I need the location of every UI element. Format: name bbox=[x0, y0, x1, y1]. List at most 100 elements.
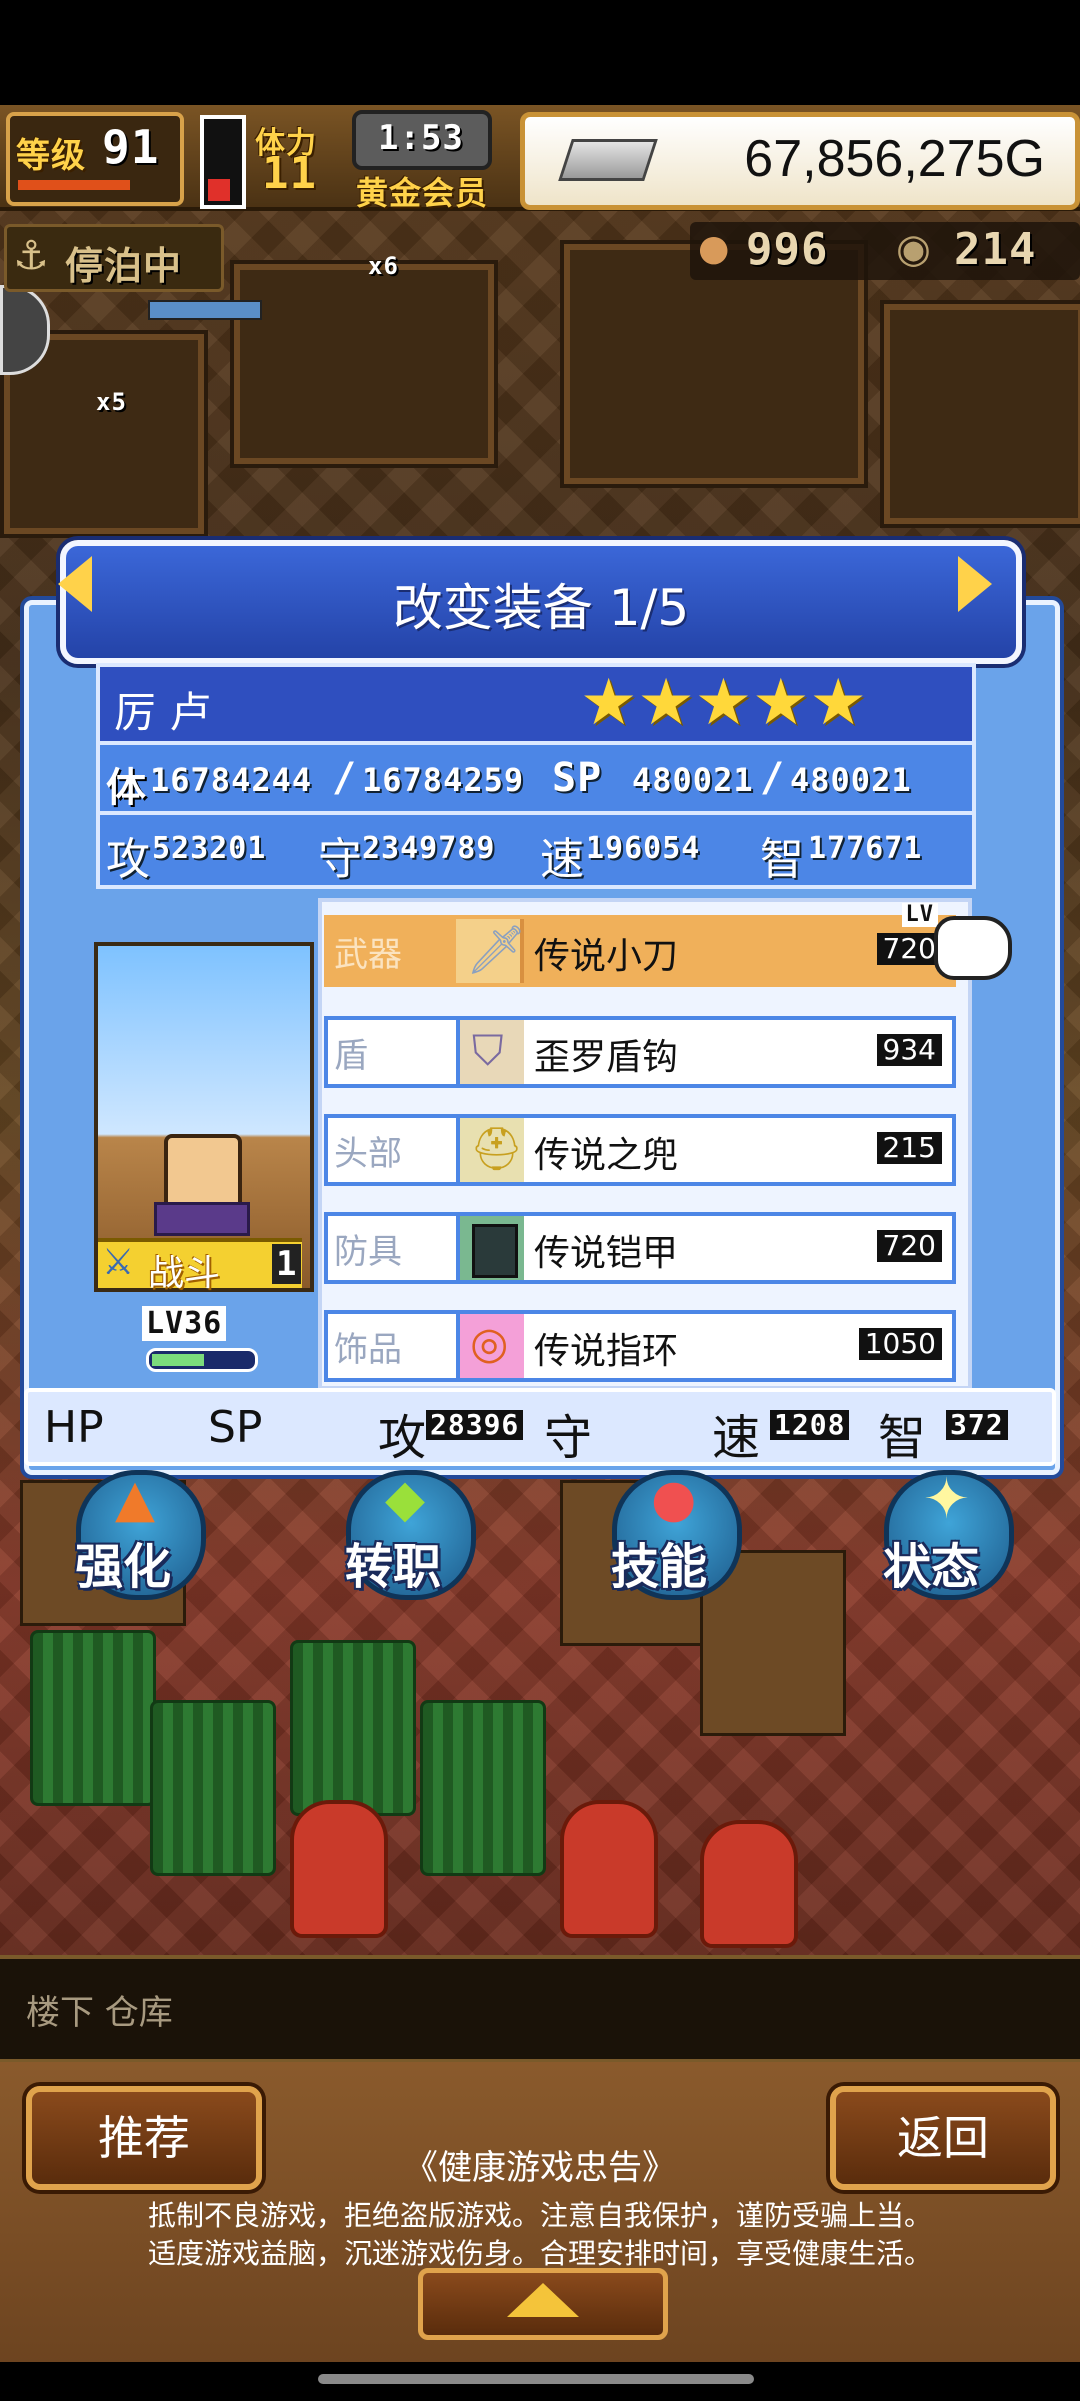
multiplier-b: x5 bbox=[96, 388, 127, 416]
vegetable-stack bbox=[150, 1700, 276, 1876]
resource-b-value: 214 bbox=[954, 224, 1037, 275]
bonus-atk-value: 28396 bbox=[426, 1410, 524, 1440]
bonus-def-label: 守 bbox=[544, 1410, 593, 1466]
status-label: 状态 bbox=[883, 1539, 980, 1595]
character-exp-bar bbox=[146, 1348, 258, 1372]
potion-bottle bbox=[560, 1800, 658, 1938]
hp-max: 16784259 bbox=[362, 761, 525, 799]
helmet-icon: ⛑ bbox=[456, 1118, 524, 1182]
job-number: 1 bbox=[272, 1244, 302, 1284]
expand-button[interactable] bbox=[418, 2268, 668, 2340]
location-strip: 楼下 仓库 bbox=[0, 1955, 1080, 2063]
equip-row-accessory[interactable]: 饰品 ◎ 传说指环 1050 bbox=[324, 1310, 956, 1382]
star-icon: ★ bbox=[809, 666, 867, 740]
equip-row-head[interactable]: 头部 ⛑ 传说之兜 215 bbox=[324, 1114, 956, 1186]
up-arrow-icon: ▲ bbox=[115, 1469, 155, 1529]
money-box: 67,856,275G bbox=[520, 112, 1080, 210]
equip-name: 传说小刀 bbox=[534, 936, 679, 977]
enhance-label: 强化 bbox=[75, 1539, 172, 1595]
equip-value: 934 bbox=[876, 1034, 942, 1066]
meat-icon: ● bbox=[698, 228, 730, 269]
potion-bottle bbox=[700, 1820, 798, 1948]
attribute-row: 攻 523201 守 2349789 速 196054 智 177671 bbox=[96, 811, 976, 889]
hp-current: 16784244 bbox=[150, 761, 313, 799]
atk-label: 攻 bbox=[106, 834, 150, 885]
shelf bbox=[880, 300, 1080, 528]
membership-label: 黄金会员 bbox=[356, 174, 489, 212]
spd-value: 196054 bbox=[586, 831, 701, 866]
equip-name: 传说铠甲 bbox=[534, 1233, 679, 1274]
progress-bar bbox=[148, 300, 262, 320]
star-icon: ★ bbox=[580, 666, 638, 740]
job-label: 战斗 bbox=[148, 1253, 221, 1294]
def-label: 守 bbox=[318, 834, 362, 885]
armor-icon bbox=[456, 1216, 524, 1280]
character-name: 厉 卢 bbox=[114, 688, 212, 737]
star-icon: ★ bbox=[637, 666, 695, 740]
prev-arrow-icon[interactable] bbox=[58, 556, 92, 612]
character-body bbox=[154, 1202, 250, 1236]
job-change-label: 转职 bbox=[345, 1539, 442, 1595]
bonus-spd-label: 速 bbox=[712, 1410, 761, 1466]
up-triangle-icon bbox=[507, 2283, 579, 2317]
shelf bbox=[230, 260, 498, 468]
bonus-sp-label: SP bbox=[208, 1402, 263, 1453]
hp-sp-row: 体 16784244 / 16784259 SP 480021 / 480021 bbox=[96, 741, 976, 819]
notice-line-2: 适度游戏益脑，沉迷游戏伤身。合理安排时间，享受健康生活。 bbox=[147, 2237, 932, 2270]
equip-slot-label: 饰品 bbox=[334, 1330, 402, 1370]
equip-value: 720 bbox=[876, 1230, 942, 1262]
timer-box: 1:53 bbox=[352, 110, 492, 170]
equip-name: 歪罗盾钩 bbox=[534, 1037, 679, 1078]
docked-status-box[interactable]: ⚓ 停泊中 bbox=[4, 224, 224, 292]
sword-icon: ⚔ bbox=[102, 1242, 135, 1283]
equip-slot-label: 武器 bbox=[334, 935, 402, 975]
panel-title: 改变装备 1/5 bbox=[392, 579, 690, 637]
flame-icon: ● bbox=[651, 1469, 697, 1529]
level-label: 等级 bbox=[16, 136, 86, 176]
notice-title: 《健康游戏忠告》 bbox=[404, 2148, 676, 2188]
vegetable-stack bbox=[420, 1700, 546, 1876]
equip-slot-label: 盾 bbox=[334, 1036, 368, 1076]
pointing-hand-icon bbox=[934, 916, 1012, 980]
panel-title-bar: 改变装备 1/5 bbox=[60, 540, 1022, 664]
character-sprite bbox=[164, 1134, 242, 1212]
int-value: 177671 bbox=[808, 831, 923, 866]
stamina-value: 11 bbox=[262, 148, 317, 199]
potion-bottle bbox=[290, 1800, 388, 1938]
silver-bar-icon bbox=[558, 139, 658, 181]
skill-button[interactable]: ● 技能 bbox=[611, 1469, 742, 1600]
stamina-gauge bbox=[200, 115, 246, 209]
equip-row-armor[interactable]: 防具 传说铠甲 720 bbox=[324, 1212, 956, 1284]
status-button[interactable]: ✦ 状态 bbox=[883, 1467, 1014, 1600]
docked-status-text: 停泊中 bbox=[65, 244, 183, 288]
exp-bar bbox=[18, 180, 130, 190]
equip-value: 720 bbox=[876, 933, 942, 965]
bonus-atk-label: 攻 bbox=[378, 1410, 427, 1466]
equip-row-shield[interactable]: 盾 ⛉ 歪罗盾钩 934 bbox=[324, 1016, 956, 1088]
equip-slot-label: 头部 bbox=[334, 1134, 402, 1174]
def-value: 2349789 bbox=[362, 831, 496, 866]
stamina-fill bbox=[208, 179, 230, 201]
job-change-button[interactable]: ◆ 转职 bbox=[345, 1469, 476, 1600]
skill-label: 技能 bbox=[611, 1539, 708, 1595]
sparkle-icon: ✦ bbox=[923, 1467, 970, 1532]
bonus-spd-value: 1208 bbox=[770, 1410, 850, 1440]
sp-separator: / bbox=[760, 755, 786, 801]
dagger-icon: 🗡 bbox=[456, 919, 527, 983]
hp-label: 体 bbox=[106, 765, 147, 811]
bonus-int-value: 372 bbox=[946, 1410, 1008, 1440]
sp-label: SP bbox=[552, 755, 603, 801]
character-exp-fill bbox=[152, 1354, 204, 1366]
coin-icon: ◉ bbox=[896, 226, 931, 272]
character-level: LV36 bbox=[142, 1306, 227, 1341]
atk-value: 523201 bbox=[152, 831, 267, 866]
next-arrow-icon[interactable] bbox=[958, 556, 992, 612]
level-value: 91 bbox=[102, 120, 160, 174]
enhance-button[interactable]: ▲ 强化 bbox=[75, 1469, 206, 1600]
equip-slot-label: 防具 bbox=[334, 1232, 402, 1272]
home-indicator[interactable] bbox=[318, 2374, 754, 2384]
equip-level-label: LV bbox=[901, 903, 938, 927]
star-rating: ★★★★★ bbox=[580, 671, 867, 735]
equip-row-weapon[interactable]: 武器 🗡 传说小刀 LV 720 bbox=[324, 903, 956, 987]
equip-name: 传说之兜 bbox=[534, 1135, 679, 1176]
